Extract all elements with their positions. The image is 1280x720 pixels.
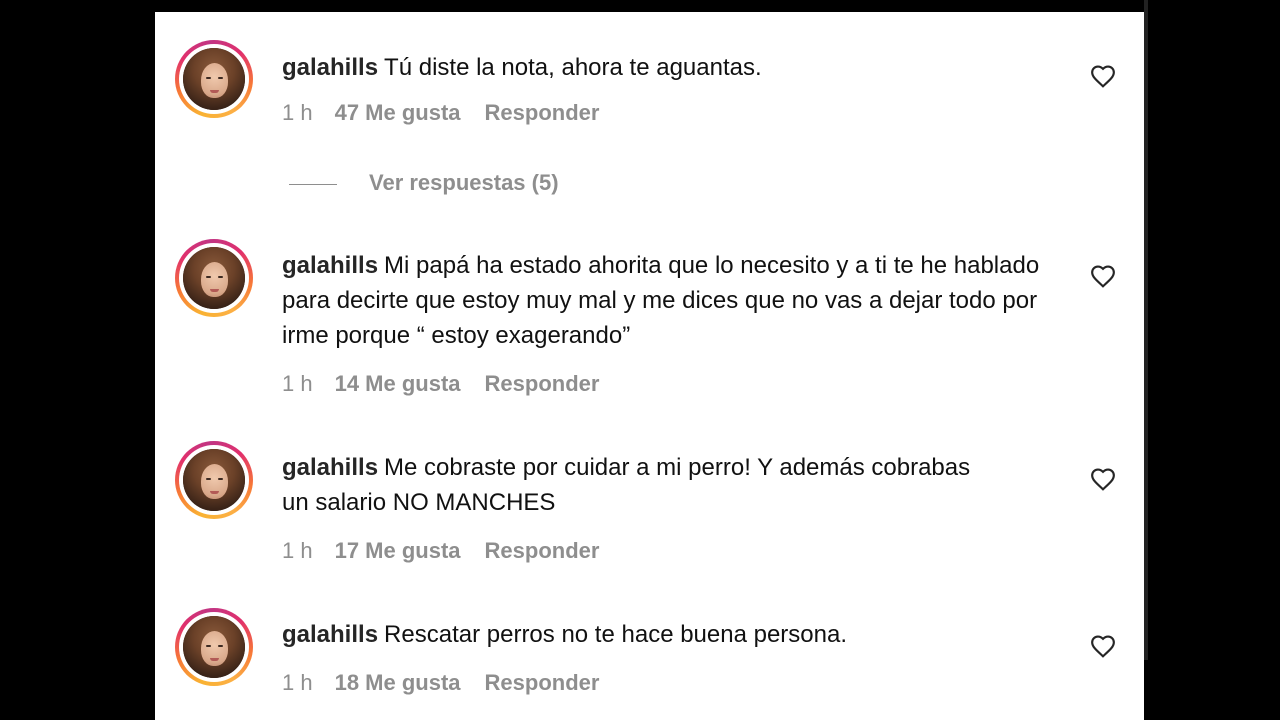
comment-text: galahills Tú diste la nota, ahora te agua…	[282, 50, 1062, 85]
comment-body: Rescatar perros no te hace buena persona…	[384, 621, 848, 648]
comment-meta: 1 h 18 Me gusta Responder	[282, 668, 599, 698]
comment-body: Tú diste la nota, ahora te aguantas.	[384, 54, 762, 81]
reply-button[interactable]: Responder	[485, 98, 600, 128]
scroll-edge	[1144, 0, 1148, 660]
heart-outline-icon[interactable]	[1090, 634, 1116, 658]
profile-photo	[183, 449, 245, 511]
comment-likes[interactable]: 47 Me gusta	[335, 98, 461, 128]
avatar[interactable]	[175, 239, 253, 317]
heart-outline-icon[interactable]	[1090, 64, 1116, 88]
comment-time: 1 h	[282, 100, 313, 125]
comment-body: Mi papá ha estado ahorita que lo necesit…	[282, 252, 1040, 349]
comment-text: galahills Rescatar perros no te hace buen…	[282, 617, 1062, 652]
avatar[interactable]	[175, 441, 253, 519]
replies-divider	[289, 183, 337, 185]
comment-username[interactable]: galahills	[282, 454, 378, 481]
avatar[interactable]	[175, 40, 253, 118]
comment-likes[interactable]: 17 Me gusta	[335, 536, 461, 566]
reply-button[interactable]: Responder	[485, 369, 600, 399]
comment-username[interactable]: galahills	[282, 252, 378, 279]
comments-panel: galahills Tú diste la nota, ahora te agua…	[155, 12, 1144, 720]
comment-time: 1 h	[282, 538, 313, 563]
comment-username[interactable]: galahills	[282, 621, 378, 648]
comment-meta: 1 h 14 Me gusta Responder	[282, 369, 599, 399]
profile-photo	[183, 48, 245, 110]
comment-body: Me cobraste por cuidar a mi perro! Y ade…	[282, 454, 971, 516]
profile-photo	[183, 616, 245, 678]
comment-text: galahills Me cobraste por cuidar a mi per…	[282, 450, 1002, 520]
heart-outline-icon[interactable]	[1090, 467, 1116, 491]
comment-meta: 1 h 17 Me gusta Responder	[282, 536, 599, 566]
avatar[interactable]	[175, 608, 253, 686]
comment-username[interactable]: galahills	[282, 54, 378, 81]
view-replies-label: Ver respuestas (5)	[369, 170, 559, 195]
reply-button[interactable]: Responder	[485, 668, 600, 698]
view-replies-button[interactable]: Ver respuestas (5)	[289, 168, 559, 198]
reply-button[interactable]: Responder	[485, 536, 600, 566]
comment-likes[interactable]: 18 Me gusta	[335, 668, 461, 698]
comment-time: 1 h	[282, 670, 313, 695]
comment-time: 1 h	[282, 371, 313, 396]
comment-likes[interactable]: 14 Me gusta	[335, 369, 461, 399]
heart-outline-icon[interactable]	[1090, 264, 1116, 288]
profile-photo	[183, 247, 245, 309]
comment-text: galahills Mi papá ha estado ahorita que l…	[282, 248, 1062, 353]
comment-meta: 1 h 47 Me gusta Responder	[282, 98, 599, 128]
